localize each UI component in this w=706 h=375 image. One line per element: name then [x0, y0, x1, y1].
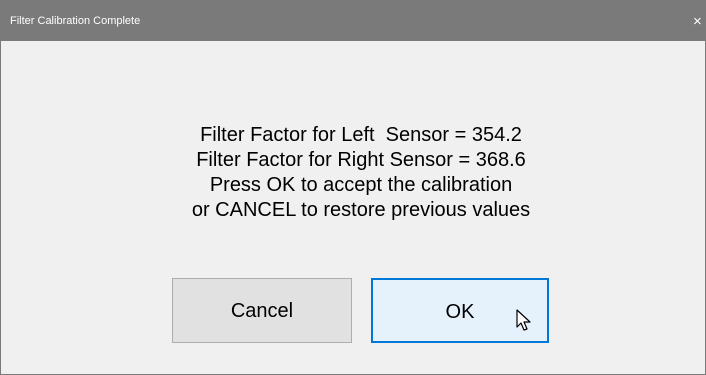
right-sensor-factor-text: Filter Factor for Right Sensor = 368.6 — [196, 149, 526, 171]
title-bar: Filter Calibration Complete × — [1, 1, 705, 41]
cancel-button-label: Cancel — [230, 300, 294, 322]
left-sensor-factor-text: Filter Factor for Left Sensor = 354.2 — [200, 124, 522, 146]
arrow-cursor-icon — [516, 309, 531, 331]
calibration-dialog: Filter Calibration Complete × Filter Fac… — [0, 0, 706, 375]
close-button[interactable]: × — [691, 1, 705, 41]
calibration-message: Filter Factor for Left Sensor = 354.2 Fi… — [1, 123, 706, 223]
cancel-instruction-text: or CANCEL to restore previous values — [191, 199, 531, 221]
dialog-content: Filter Factor for Left Sensor = 354.2 Fi… — [1, 41, 705, 374]
cancel-button[interactable]: Cancel — [172, 278, 352, 343]
accept-instruction-text: Press OK to accept the calibration — [209, 174, 513, 196]
window-title: Filter Calibration Complete — [10, 15, 141, 27]
close-icon: × — [693, 13, 702, 30]
